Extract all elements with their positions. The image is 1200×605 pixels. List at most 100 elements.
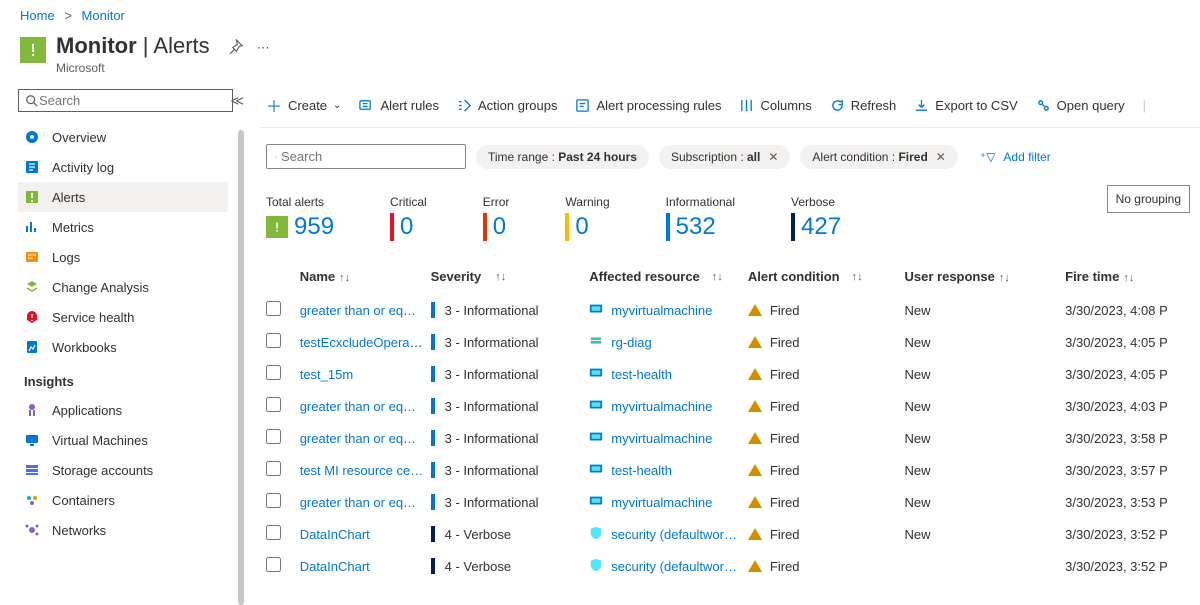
row-checkbox[interactable] bbox=[266, 397, 281, 412]
resource-link[interactable]: security (defaultwor… bbox=[611, 559, 737, 574]
resource-link[interactable]: test-health bbox=[611, 463, 672, 478]
sidebar-item-label: Alerts bbox=[52, 190, 85, 205]
col-user[interactable]: User response↑↓ bbox=[905, 269, 1066, 284]
create-button[interactable]: ＋ Create ⌄ bbox=[266, 93, 341, 117]
stat-warning[interactable]: Warning 0 bbox=[565, 195, 609, 241]
table-row[interactable]: testEcxcludeOperat…3 - Informationalrg-d… bbox=[260, 326, 1200, 358]
alert-rules-button[interactable]: Alert rules bbox=[359, 98, 439, 113]
row-checkbox[interactable] bbox=[266, 493, 281, 508]
alert-name-link[interactable]: test MI resource ce… bbox=[300, 463, 424, 478]
sidebar-item-networks[interactable]: Networks bbox=[18, 515, 228, 545]
containers-icon bbox=[24, 492, 40, 508]
sidebar-item-service-health[interactable]: Service health bbox=[18, 302, 228, 332]
table-row[interactable]: greater than or eq…3 - Informationalmyvi… bbox=[260, 294, 1200, 326]
row-checkbox[interactable] bbox=[266, 461, 281, 476]
fired-icon bbox=[748, 496, 762, 508]
sidebar-item-workbooks[interactable]: Workbooks bbox=[18, 332, 228, 362]
export-csv-button[interactable]: Export to CSV bbox=[914, 98, 1017, 113]
action-groups-button[interactable]: Action groups bbox=[457, 98, 558, 113]
breadcrumb-monitor[interactable]: Monitor bbox=[82, 8, 125, 23]
row-checkbox[interactable] bbox=[266, 429, 281, 444]
resource-icon bbox=[589, 430, 603, 447]
sidebar-item-activity-log[interactable]: Activity log bbox=[18, 152, 228, 182]
condition-label: Fired bbox=[770, 463, 800, 478]
sidebar-item-applications[interactable]: Applications bbox=[18, 395, 228, 425]
sidebar-item-alerts[interactable]: Alerts bbox=[18, 182, 228, 212]
table-row[interactable]: test MI resource ce…3 - Informationaltes… bbox=[260, 454, 1200, 486]
open-query-button[interactable]: Open query bbox=[1036, 98, 1125, 113]
alerts-table: Name↑↓ Severity↑↓ Affected resource↑↓ Al… bbox=[260, 259, 1200, 582]
sidebar-search-input[interactable] bbox=[39, 93, 226, 108]
row-checkbox[interactable] bbox=[266, 557, 281, 572]
alert-name-link[interactable]: greater than or eq… bbox=[300, 303, 416, 318]
vertical-scrollbar[interactable] bbox=[238, 130, 244, 605]
alert-name-link[interactable]: greater than or eq… bbox=[300, 431, 416, 446]
close-icon[interactable]: ✕ bbox=[936, 150, 946, 164]
resource-link[interactable]: security (defaultwor… bbox=[611, 527, 737, 542]
resource-link[interactable]: myvirtualmachine bbox=[611, 431, 712, 446]
col-severity[interactable]: Severity↑↓ bbox=[431, 269, 590, 284]
severity-bar bbox=[431, 558, 435, 574]
toolbar-divider: | bbox=[1143, 98, 1146, 113]
fired-icon bbox=[748, 304, 762, 316]
condition-label: Fired bbox=[770, 399, 800, 414]
sidebar-item-label: Storage accounts bbox=[52, 463, 153, 478]
main-search-input[interactable] bbox=[281, 149, 457, 164]
refresh-button[interactable]: Refresh bbox=[830, 98, 897, 113]
sidebar-item-storage-accounts[interactable]: Storage accounts bbox=[18, 455, 228, 485]
add-filter-button[interactable]: ⁺▽ Add filter bbox=[968, 145, 1063, 169]
row-checkbox[interactable] bbox=[266, 365, 281, 380]
main-search[interactable] bbox=[266, 144, 466, 169]
time-range-filter[interactable]: Time range : Past 24 hours bbox=[476, 145, 649, 169]
sidebar-search[interactable] bbox=[18, 89, 233, 112]
alert-name-link[interactable]: DataInChart bbox=[300, 527, 370, 542]
col-name[interactable]: Name↑↓ bbox=[300, 269, 431, 284]
alert-name-link[interactable]: greater than or eq… bbox=[300, 495, 416, 510]
more-icon[interactable]: ⋯ bbox=[257, 40, 272, 56]
row-checkbox[interactable] bbox=[266, 525, 281, 540]
change-icon bbox=[24, 279, 40, 295]
close-icon[interactable]: ✕ bbox=[768, 150, 778, 164]
breadcrumb-home[interactable]: Home bbox=[20, 8, 55, 23]
alert-name-link[interactable]: testEcxcludeOperat… bbox=[300, 335, 426, 350]
table-row[interactable]: DataInChart4 - Verbosesecurity (defaultw… bbox=[260, 518, 1200, 550]
alert-name-link[interactable]: test_15m bbox=[300, 367, 353, 382]
stat-total[interactable]: Total alerts 959 bbox=[266, 195, 334, 241]
table-row[interactable]: DataInChart4 - Verbosesecurity (defaultw… bbox=[260, 550, 1200, 582]
processing-rules-button[interactable]: Alert processing rules bbox=[575, 98, 721, 113]
resource-link[interactable]: myvirtualmachine bbox=[611, 303, 712, 318]
resource-link[interactable]: rg-diag bbox=[611, 335, 651, 350]
columns-button[interactable]: Columns bbox=[739, 98, 811, 113]
stat-error[interactable]: Error 0 bbox=[483, 195, 510, 241]
table-row[interactable]: greater than or eq…3 - Informationalmyvi… bbox=[260, 390, 1200, 422]
pin-icon[interactable] bbox=[228, 39, 243, 57]
condition-filter[interactable]: Alert condition : Fired ✕ bbox=[800, 145, 957, 169]
stat-verbose[interactable]: Verbose 427 bbox=[791, 195, 841, 241]
sidebar-item-containers[interactable]: Containers bbox=[18, 485, 228, 515]
resource-link[interactable]: myvirtualmachine bbox=[611, 495, 712, 510]
user-response: New bbox=[905, 463, 1066, 478]
alert-name-link[interactable]: greater than or eq… bbox=[300, 399, 416, 414]
resource-link[interactable]: myvirtualmachine bbox=[611, 399, 712, 414]
sidebar-item-overview[interactable]: Overview bbox=[18, 122, 228, 152]
resource-icon bbox=[589, 398, 603, 415]
resource-link[interactable]: test-health bbox=[611, 367, 672, 382]
sidebar-item-logs[interactable]: Logs bbox=[18, 242, 228, 272]
stat-critical[interactable]: Critical 0 bbox=[390, 195, 427, 241]
col-fire[interactable]: Fire time↑↓ bbox=[1065, 269, 1194, 284]
table-row[interactable]: greater than or eq…3 - Informationalmyvi… bbox=[260, 486, 1200, 518]
alert-name-link[interactable]: DataInChart bbox=[300, 559, 370, 574]
severity-bar bbox=[431, 430, 435, 446]
sidebar-item-metrics[interactable]: Metrics bbox=[18, 212, 228, 242]
col-resource[interactable]: Affected resource↑↓ bbox=[589, 269, 748, 284]
sidebar-item-virtual-machines[interactable]: Virtual Machines bbox=[18, 425, 228, 455]
row-checkbox[interactable] bbox=[266, 333, 281, 348]
table-row[interactable]: greater than or eq…3 - Informationalmyvi… bbox=[260, 422, 1200, 454]
stat-info[interactable]: Informational 532 bbox=[666, 195, 735, 241]
col-condition[interactable]: Alert condition↑↓ bbox=[748, 269, 905, 284]
row-checkbox[interactable] bbox=[266, 301, 281, 316]
subscription-filter[interactable]: Subscription : all ✕ bbox=[659, 145, 790, 169]
sidebar-item-change-analysis[interactable]: Change Analysis bbox=[18, 272, 228, 302]
grouping-dropdown[interactable]: No grouping bbox=[1107, 185, 1190, 213]
table-row[interactable]: test_15m3 - Informationaltest-healthFire… bbox=[260, 358, 1200, 390]
